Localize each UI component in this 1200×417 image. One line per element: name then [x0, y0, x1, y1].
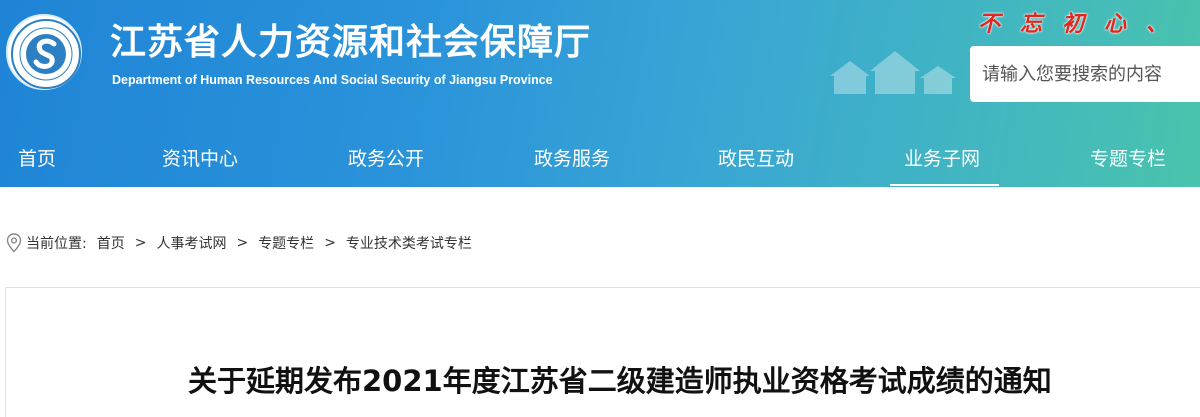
nav-item-home[interactable]: 首页 [18, 144, 56, 171]
location-pin-icon [6, 233, 22, 253]
site-logo[interactable] [6, 14, 82, 90]
nav-item-gov-open[interactable]: 政务公开 [348, 144, 424, 171]
nav-item-interaction[interactable]: 政民互动 [718, 144, 794, 171]
nav-item-news[interactable]: 资讯中心 [162, 144, 238, 171]
breadcrumb-separator: > [324, 235, 336, 251]
breadcrumb-item-professional-exams[interactable]: 专业技术类考试专栏 [346, 233, 472, 253]
article-title: 关于延期发布2021年度江苏省二级建造师执业资格考试成绩的通知 [188, 364, 1052, 398]
search-input[interactable] [970, 46, 1200, 102]
breadcrumb-item-exam-site[interactable]: 人事考试网 [156, 233, 226, 253]
breadcrumb-item-special-topics[interactable]: 专题专栏 [258, 233, 314, 253]
decorative-houses-graphic [830, 51, 956, 94]
site-title-en: Department of Human Resources And Social… [112, 73, 553, 87]
breadcrumb-item-home[interactable]: 首页 [97, 233, 125, 253]
breadcrumb: 当前位置: 首页 > 人事考试网 > 专题专栏 > 专业技术类考试专栏 [6, 232, 472, 254]
site-title-cn: 江苏省人力资源和社会保障厅 [110, 22, 592, 63]
breadcrumb-prefix: 当前位置: [26, 236, 87, 252]
breadcrumb-separator: > [236, 235, 249, 251]
jiangsu-hrss-emblem-icon [11, 19, 81, 89]
nav-item-business-subsite[interactable]: 业务子网 [904, 144, 980, 171]
nav-item-gov-service[interactable]: 政务服务 [534, 144, 610, 171]
main-nav: 首页 资讯中心 政务公开 政务服务 政民互动 业务子网 专题专栏 [0, 132, 1200, 187]
nav-item-special-topics[interactable]: 专题专栏 [1090, 144, 1166, 171]
nav-active-indicator [890, 184, 999, 186]
slogan-text: 不忘初心、 [978, 11, 1189, 37]
breadcrumb-separator: > [134, 235, 147, 251]
